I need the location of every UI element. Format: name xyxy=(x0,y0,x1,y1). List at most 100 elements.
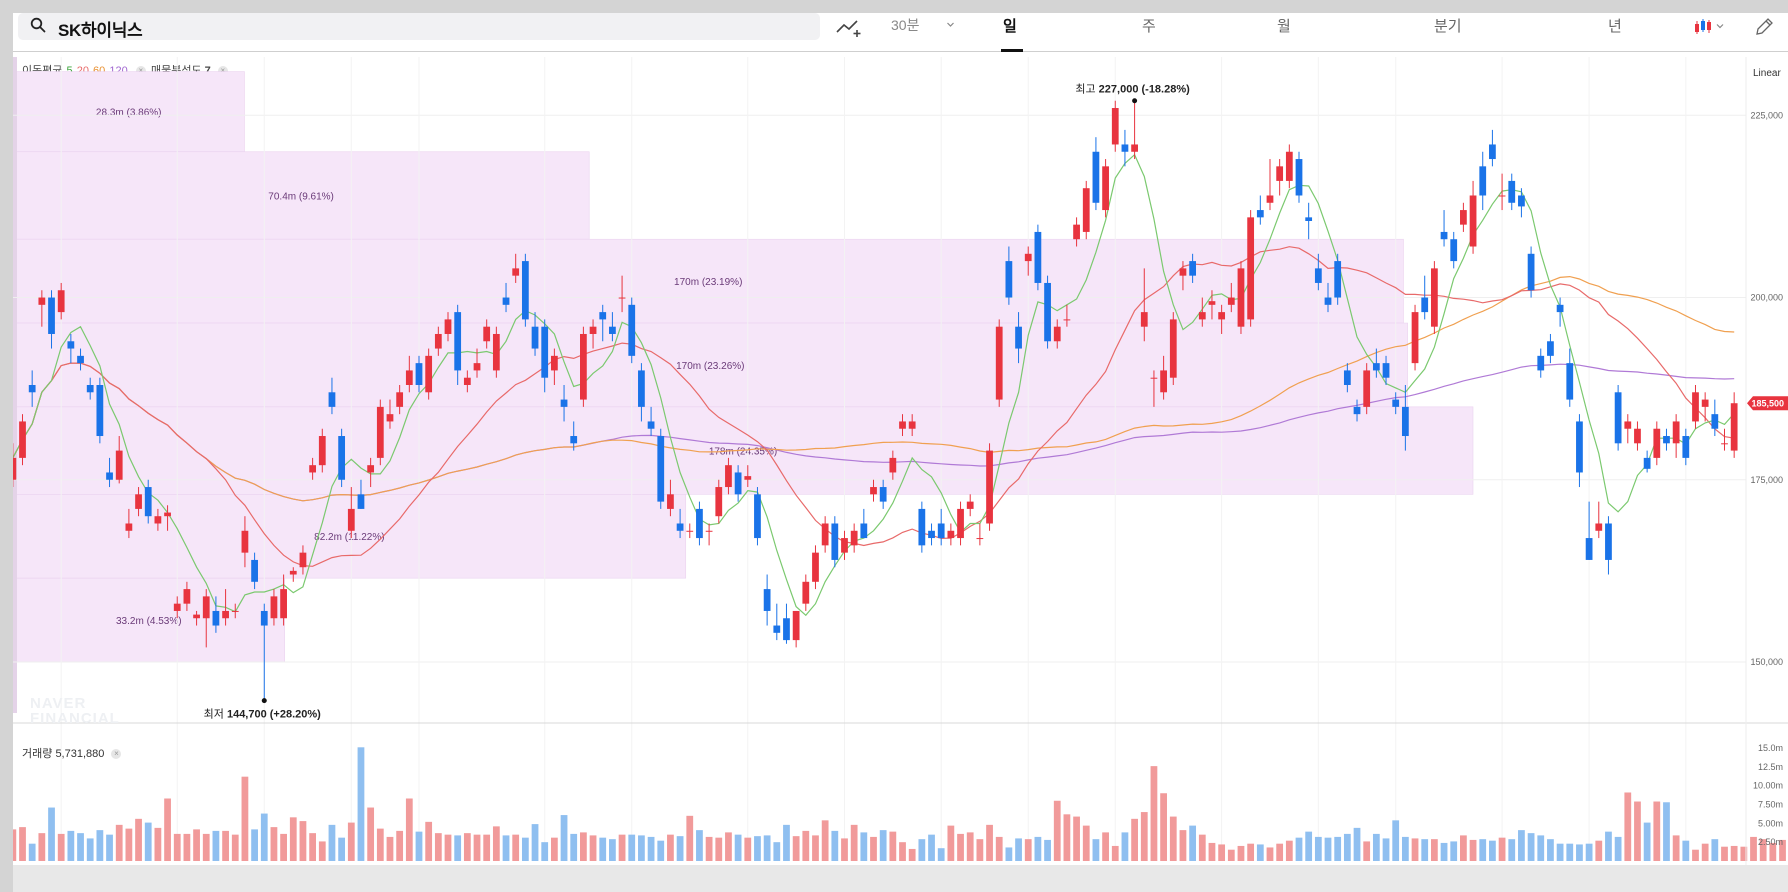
volume-bar xyxy=(715,837,723,861)
candle-body xyxy=(1198,312,1206,320)
volume-layer xyxy=(13,747,1786,861)
volume-bar xyxy=(1624,792,1632,861)
candle-body xyxy=(1305,217,1313,221)
candle-body xyxy=(164,512,171,517)
candle-body xyxy=(841,538,848,553)
candle-body xyxy=(1179,268,1187,276)
volume-bar xyxy=(1527,833,1535,861)
volume-bar xyxy=(1256,844,1264,861)
candle-body xyxy=(1150,377,1158,379)
candle-body xyxy=(1131,144,1138,152)
volume-bar xyxy=(1469,839,1477,861)
volume-bar xyxy=(1198,834,1206,861)
candle-body xyxy=(1585,538,1593,560)
volume-bar xyxy=(870,836,877,861)
candle-body xyxy=(667,494,674,509)
price-axis-label: 200,000 xyxy=(1750,293,1783,303)
volume-bar xyxy=(966,832,974,861)
candle-body xyxy=(1363,370,1371,407)
volume-bar xyxy=(1237,845,1245,861)
candle-body xyxy=(1169,319,1177,378)
volume-bar xyxy=(609,839,616,861)
volume-bar xyxy=(309,833,317,861)
volume-axis-label: 2.50m xyxy=(1758,837,1783,847)
candle-body xyxy=(463,377,471,385)
volume-bar xyxy=(1498,837,1506,861)
candle-body xyxy=(376,406,384,458)
volume-bar xyxy=(1508,839,1516,861)
candle-body xyxy=(106,472,113,480)
volume-profile-label: 170m (23.26%) xyxy=(676,361,744,372)
volume-bar xyxy=(628,834,636,861)
candle-body xyxy=(1044,282,1051,342)
candle-body xyxy=(773,625,781,633)
candle-body xyxy=(57,290,65,313)
candle-body xyxy=(1295,159,1303,196)
candle-body xyxy=(763,589,771,611)
candle-body xyxy=(570,436,578,444)
candle-body xyxy=(328,392,336,407)
volume-bar xyxy=(473,834,481,861)
volume-bar xyxy=(599,837,607,861)
chart-canvas[interactable]: 28.3m (3.86%) 70.4m (9.61%) 170m (23.19%) 1… xyxy=(13,13,1788,892)
volume-bar xyxy=(1285,840,1293,861)
candle-body xyxy=(957,508,964,539)
volume-label: 거래량 xyxy=(22,748,53,760)
candle-body xyxy=(86,385,94,393)
candle-body xyxy=(1537,355,1545,371)
candle-body xyxy=(67,341,75,349)
volume-bar xyxy=(1489,840,1496,861)
volume-bar xyxy=(444,834,452,861)
volume-bar xyxy=(1082,825,1090,861)
candle-body xyxy=(783,618,790,641)
candle-body xyxy=(1053,326,1061,342)
candle-body xyxy=(1372,363,1380,371)
candle-body xyxy=(1624,421,1632,429)
volume-bar xyxy=(531,824,539,861)
candle-body xyxy=(1092,151,1100,203)
volume-bar xyxy=(792,836,800,861)
volume-bar xyxy=(183,833,191,861)
candle-body xyxy=(1450,239,1458,262)
volume-bar xyxy=(947,825,955,861)
candle-body xyxy=(260,610,268,626)
volume-bar xyxy=(1102,832,1109,861)
volume-bar xyxy=(560,815,568,861)
volume-legend[interactable]: 거래량 5,731,880 × xyxy=(22,745,122,761)
close-volume-icon[interactable]: × xyxy=(111,749,122,759)
volume-bar xyxy=(725,832,732,861)
candle-body xyxy=(212,610,220,626)
volume-bar xyxy=(241,776,249,861)
volume-bar xyxy=(405,798,413,861)
high-marker xyxy=(1132,98,1138,104)
candle-body xyxy=(831,523,839,560)
volume-bar xyxy=(483,834,491,861)
candle-body xyxy=(241,530,249,553)
candle-body xyxy=(734,472,742,495)
candle-body xyxy=(889,457,897,473)
volume-profile-label: 170m (23.19%) xyxy=(674,277,742,288)
volume-bar xyxy=(338,837,346,861)
volume-bar xyxy=(1653,801,1661,861)
volume-bar xyxy=(1005,847,1013,861)
volume-bar xyxy=(202,833,210,861)
volume-bar xyxy=(686,815,694,861)
candle-body xyxy=(77,355,84,364)
volume-bar xyxy=(1392,820,1400,861)
volume-bar xyxy=(270,827,278,861)
volume-bar xyxy=(38,833,46,861)
volume-bar xyxy=(144,822,152,861)
candle-body xyxy=(715,487,723,517)
candle-body xyxy=(396,392,404,407)
volume-bar xyxy=(1314,836,1322,861)
candle-body xyxy=(899,421,906,429)
volume-bar xyxy=(1692,849,1699,861)
candle-body xyxy=(19,421,26,458)
volume-bar xyxy=(1295,837,1303,861)
volume-bar xyxy=(657,840,665,861)
volume-bar xyxy=(280,833,287,861)
candle-body xyxy=(1711,414,1719,429)
candle-body xyxy=(947,530,955,539)
candle-body xyxy=(193,614,200,619)
candle-body xyxy=(309,465,317,473)
